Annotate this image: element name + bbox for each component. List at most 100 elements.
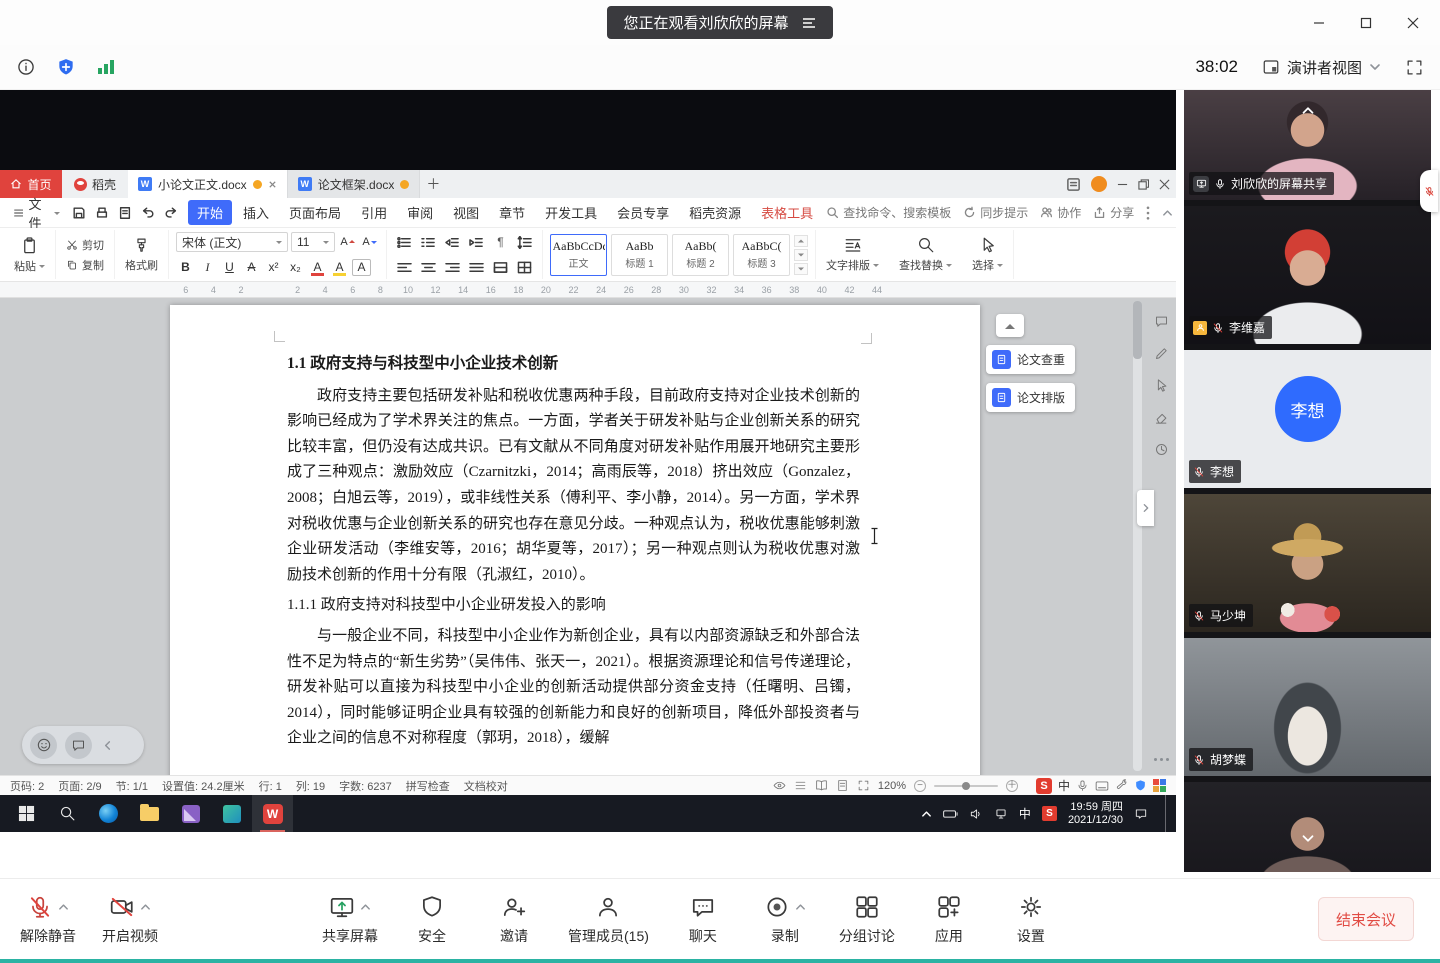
ribbon-tab[interactable]: 开始 bbox=[188, 200, 232, 225]
participant-tile-partial[interactable] bbox=[1184, 782, 1431, 872]
find-replace-button[interactable]: 查找替换 bbox=[896, 236, 955, 273]
show-desktop-button[interactable] bbox=[1165, 795, 1170, 832]
status-item[interactable]: 页面: 2/9 bbox=[58, 778, 101, 794]
style-preset[interactable]: AaBbC( 标题 3 bbox=[733, 234, 790, 276]
format-button[interactable]: x² bbox=[264, 258, 283, 277]
meeting-info-icon[interactable] bbox=[16, 57, 36, 77]
close-button[interactable] bbox=[1389, 0, 1436, 45]
copy-button[interactable]: 复制 bbox=[63, 256, 107, 274]
participant-tile[interactable]: 李想 李想 bbox=[1184, 350, 1431, 488]
bullet-list-button[interactable] bbox=[394, 233, 415, 251]
sync-button[interactable]: 同步提示 bbox=[963, 204, 1028, 221]
sogou-icon[interactable]: S bbox=[1036, 778, 1052, 794]
styles-down-button[interactable] bbox=[794, 249, 808, 261]
user-avatar[interactable] bbox=[1091, 176, 1107, 192]
number-list-button[interactable] bbox=[418, 233, 439, 251]
font-family-select[interactable]: 宋体 (正文) bbox=[176, 232, 288, 252]
doc-tab-active[interactable]: W 小论文正文.docx bbox=[128, 170, 288, 198]
format-button[interactable]: B bbox=[176, 258, 195, 277]
zoom-in-button[interactable]: ＋ bbox=[1006, 780, 1018, 792]
status-item[interactable]: 拼写检查 bbox=[406, 778, 450, 794]
ime-keyboard-icon[interactable] bbox=[1095, 780, 1109, 792]
share-options-caret-icon[interactable] bbox=[360, 903, 371, 911]
align-left-button[interactable] bbox=[394, 258, 415, 276]
format-button[interactable]: A bbox=[330, 258, 349, 277]
status-item[interactable]: 文档校对 bbox=[464, 778, 508, 794]
indent-button[interactable] bbox=[466, 233, 487, 251]
ribbon-tab[interactable]: 稻壳资源 bbox=[680, 200, 750, 225]
horizontal-ruler[interactable]: 642 246810121416182022242628303234363840… bbox=[0, 282, 1176, 298]
line-spacing-button[interactable] bbox=[514, 233, 535, 251]
zoom-knob[interactable] bbox=[962, 782, 970, 790]
taskbar-sogou-icon[interactable]: S bbox=[1042, 806, 1057, 821]
chat-bubble-button[interactable] bbox=[65, 732, 92, 759]
start-button[interactable] bbox=[6, 795, 47, 832]
cut-button[interactable]: 剪切 bbox=[63, 236, 107, 254]
taskbar-ime-indicator[interactable]: 中 bbox=[1019, 805, 1031, 822]
edit-pen-icon[interactable] bbox=[1154, 346, 1169, 361]
chat-button[interactable]: 聊天 bbox=[675, 893, 731, 946]
outline-view-icon[interactable] bbox=[794, 779, 807, 792]
panel-expand-handle[interactable] bbox=[1137, 490, 1154, 526]
banner-menu-icon[interactable] bbox=[801, 16, 817, 30]
wps-minimize-icon[interactable] bbox=[1117, 179, 1128, 190]
edge-icon[interactable] bbox=[88, 795, 129, 832]
share-screen-button[interactable]: 共享屏幕 bbox=[322, 893, 378, 946]
status-item[interactable]: 页码: 2 bbox=[10, 778, 44, 794]
fullscreen-icon[interactable] bbox=[1405, 58, 1424, 77]
read-mode-icon[interactable] bbox=[815, 779, 828, 792]
wps-close-icon[interactable] bbox=[1159, 179, 1170, 190]
share-button[interactable]: 分享 bbox=[1093, 204, 1134, 221]
history-icon[interactable] bbox=[1154, 442, 1169, 457]
ribbon-tab[interactable]: 会员专享 bbox=[608, 200, 678, 225]
select-arrow-icon[interactable] bbox=[1154, 378, 1169, 393]
format-button[interactable]: x₂ bbox=[286, 258, 305, 277]
side-toolbar-more-icon[interactable] bbox=[1154, 758, 1169, 761]
volume-icon[interactable] bbox=[969, 807, 983, 821]
justify-button[interactable] bbox=[466, 258, 487, 276]
collapse-pill-chevron-icon[interactable] bbox=[102, 740, 113, 751]
ribbon-tab[interactable]: 插入 bbox=[234, 200, 278, 225]
eraser-icon[interactable] bbox=[1154, 410, 1169, 425]
save-icon[interactable] bbox=[72, 206, 86, 220]
ribbon-tab[interactable]: 章节 bbox=[490, 200, 534, 225]
ribbon-tab[interactable]: 视图 bbox=[444, 200, 488, 225]
action-center-icon[interactable] bbox=[1134, 807, 1148, 821]
font-size-select[interactable]: 11 bbox=[291, 232, 335, 252]
decrease-font-button[interactable]: A bbox=[360, 233, 379, 252]
format-button[interactable]: U bbox=[220, 258, 239, 277]
wps-docer-tab[interactable]: 稻壳 bbox=[62, 170, 128, 198]
format-button[interactable]: A bbox=[352, 259, 371, 276]
panel-collapse-chevron-up-icon[interactable] bbox=[1300, 106, 1316, 115]
taskbar-clock[interactable]: 19:59 周四 2021/12/30 bbox=[1068, 801, 1123, 827]
command-search[interactable]: 查找命令、搜索模板 bbox=[826, 204, 951, 221]
format-painter-button[interactable]: 格式刷 bbox=[122, 237, 161, 273]
network-signal-icon[interactable] bbox=[96, 58, 116, 76]
style-preset[interactable]: AaBb 标题 1 bbox=[611, 234, 668, 276]
tab-list-icon[interactable] bbox=[1066, 177, 1081, 192]
ime-toolbox-icon[interactable] bbox=[1115, 779, 1128, 792]
unmute-button[interactable]: 解除静音 bbox=[20, 893, 76, 946]
print-icon[interactable] bbox=[95, 206, 109, 220]
green-app-icon[interactable] bbox=[211, 795, 252, 832]
status-item[interactable]: 设置值: 24.2厘米 bbox=[162, 778, 245, 794]
zoom-value[interactable]: 120% bbox=[878, 780, 906, 792]
security-button[interactable]: 安全 bbox=[404, 893, 460, 946]
collapse-ribbon-chevron-icon[interactable] bbox=[1162, 209, 1173, 217]
status-item[interactable]: 节: 1/1 bbox=[116, 778, 148, 794]
apps-button[interactable]: 应用 bbox=[921, 893, 977, 946]
collapse-tools-button[interactable] bbox=[996, 314, 1024, 337]
format-button[interactable]: I bbox=[198, 258, 217, 277]
file-menu-button[interactable]: 文件 bbox=[8, 194, 66, 232]
eye-protect-icon[interactable] bbox=[773, 779, 786, 792]
align-center-button[interactable] bbox=[418, 258, 439, 276]
participant-tile[interactable]: 李维嘉 bbox=[1184, 206, 1431, 344]
participant-tile[interactable]: 马少坤 bbox=[1184, 494, 1431, 632]
emoji-button[interactable] bbox=[30, 732, 57, 759]
style-preset[interactable]: AaBbCcDd 正文 bbox=[550, 234, 607, 276]
select-button[interactable]: 选择 bbox=[969, 236, 1006, 273]
defender-shield-icon[interactable] bbox=[1134, 779, 1147, 792]
undo-icon[interactable] bbox=[141, 206, 155, 220]
ime-grid-icon[interactable] bbox=[1153, 779, 1166, 792]
panel-scroll-chevron-down-icon[interactable] bbox=[1300, 834, 1316, 843]
